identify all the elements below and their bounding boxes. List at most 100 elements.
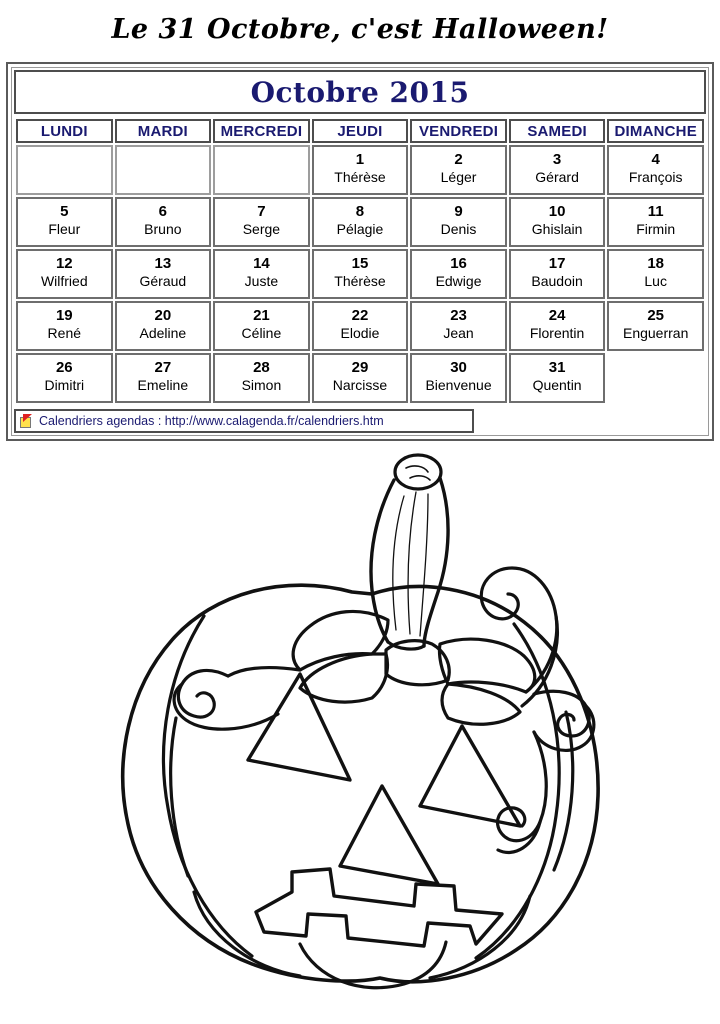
month-header: Octobre 2015 <box>14 70 706 114</box>
weekday-header-mercredi: MERCREDI <box>213 119 310 143</box>
day-number: 5 <box>60 203 69 220</box>
calendar-day-cell[interactable]: 11 Firmin <box>607 197 704 247</box>
calendar-day-cell[interactable]: 30 Bienvenue <box>410 353 507 403</box>
saint-name: Baudoin <box>531 273 583 289</box>
pumpkin-stem-texture-1 <box>392 495 405 631</box>
pumpkin-mouth <box>254 867 504 948</box>
calendar-day-cell[interactable]: 25 Enguerran <box>607 301 704 351</box>
saint-name: Adeline <box>139 325 187 341</box>
calendar-day-cell[interactable]: 22 Elodie <box>311 301 409 351</box>
saint-name: Gérard <box>535 169 579 185</box>
day-number: 10 <box>548 203 566 220</box>
calendar-day-cell[interactable]: 23 Jean <box>410 301 507 351</box>
day-number: 19 <box>55 307 73 324</box>
day-number: 27 <box>154 359 172 376</box>
calendar-day-cell[interactable]: 5 Fleur <box>16 197 113 247</box>
calendar-day-cell[interactable]: 3 Gérard <box>508 145 606 195</box>
calendar-day-cell[interactable]: 8 Pélagie <box>311 197 409 247</box>
day-number: 18 <box>647 255 665 272</box>
calagenda-flag-icon <box>20 414 34 428</box>
pumpkin-stem-knob-detail-2 <box>409 475 431 481</box>
pumpkin-tendril-left <box>226 665 302 678</box>
saint-name: Bienvenue <box>425 377 492 393</box>
weekday-header-jeudi: JEUDI <box>311 119 409 143</box>
jack-o-lantern-illustration <box>0 444 720 1024</box>
day-number: 20 <box>154 307 172 324</box>
day-number: 29 <box>351 359 369 376</box>
pumpkin-stem-top-knob <box>393 453 443 491</box>
calendar-day-cell[interactable]: 6 Bruno <box>114 197 212 247</box>
saint-name: Emeline <box>137 377 189 393</box>
saint-name: Thérèse <box>334 273 386 289</box>
pumpkin-stem-knob-detail-1 <box>405 465 429 473</box>
day-number: 13 <box>154 255 172 272</box>
day-number: 15 <box>351 255 369 272</box>
calendar-footer-link[interactable]: Calendriers agendas : http://www.calagen… <box>39 414 384 428</box>
day-number: 6 <box>158 203 168 220</box>
calendar-page: Le 31 Octobre, c'est Halloween! Octobre … <box>0 0 720 1024</box>
calendar-day-cell[interactable]: 24 Florentin <box>508 301 606 351</box>
page-title: Le 31 Octobre, c'est Halloween! <box>111 14 609 45</box>
calendar-day-cell[interactable]: 9 Denis <box>410 197 507 247</box>
calendar-day-cell[interactable]: 26 Dimitri <box>16 353 113 403</box>
saint-name: Ghislain <box>531 221 583 237</box>
pumpkin-left-rib-inner <box>169 716 190 878</box>
weekday-header-row: LUNDI MARDI MERCREDI JEUDI VENDREDI SAME… <box>16 119 704 143</box>
calendar-body: 1 Thérèse 2 Léger 3 Gérard 4 François 5 Fleur 6 Bru… <box>16 145 704 403</box>
saint-name: Quentin <box>532 377 582 393</box>
calendar-footer: Calendriers agendas : http://www.calagen… <box>14 409 474 433</box>
calendar-day-cell[interactable]: 28 Simon <box>213 353 310 403</box>
saint-name: Bruno <box>144 221 182 237</box>
day-number: 1 <box>355 151 365 168</box>
day-number: 16 <box>450 255 467 272</box>
calendar-week-row: 12 Wilfried 13 Géraud 14 Juste 15 Thérèse 16 Edwi… <box>16 249 704 299</box>
month-title: Octobre 2015 <box>250 75 470 109</box>
calendar-day-cell[interactable]: 15 Thérèse <box>311 249 409 299</box>
saint-name: Thérèse <box>334 169 386 185</box>
calendar-day-cell[interactable]: 18 Luc <box>607 249 704 299</box>
calendar-day-cell[interactable]: 7 Serge <box>213 197 310 247</box>
day-number: 23 <box>450 307 467 324</box>
calendar-day-cell[interactable]: 13 Géraud <box>114 249 212 299</box>
calendar-day-cell[interactable]: 19 René <box>16 301 113 351</box>
day-number: 22 <box>351 307 369 324</box>
calendar-day-cell[interactable]: 29 Narcisse <box>311 353 409 403</box>
calendar-day-cell[interactable]: 31 Quentin <box>508 353 606 403</box>
pumpkin-left-rib <box>161 614 254 958</box>
day-number: 7 <box>257 203 266 220</box>
saint-name: Luc <box>644 273 667 289</box>
calendar-day-cell[interactable]: 27 Emeline <box>114 353 212 403</box>
saint-name: Léger <box>440 169 477 185</box>
calendar-week-row: 19 René 20 Adeline 21 Céline 22 Elodie 23 Jean 24 F… <box>16 301 704 351</box>
calendar-day-cell[interactable]: 12 Wilfried <box>16 249 113 299</box>
pumpkin-stem-texture-3 <box>419 493 429 637</box>
calendar-day-cell[interactable]: 17 Baudoin <box>508 249 606 299</box>
calendar-day-cell[interactable]: 2 Léger <box>410 145 507 195</box>
saint-name: Céline <box>241 325 282 341</box>
pumpkin-tendril-left-under <box>172 682 280 731</box>
saint-name: Géraud <box>139 273 187 289</box>
calendar-day-cell[interactable]: 16 Edwige <box>410 249 507 299</box>
weekday-header-lundi: LUNDI <box>16 119 113 143</box>
calendar-day-cell[interactable]: 21 Céline <box>213 301 310 351</box>
pumpkin-leaf-right-lower <box>440 682 522 726</box>
pumpkin-tendril-left-spiral <box>176 668 230 719</box>
calendar-day-cell[interactable]: 4 François <box>607 145 704 195</box>
day-number: 9 <box>454 203 463 220</box>
calendar-day-cell[interactable]: 1 Thérèse <box>311 145 409 195</box>
calendar-day-cell[interactable]: 14 Juste <box>213 249 310 299</box>
day-number: 25 <box>647 307 665 324</box>
calendar-week-row: 5 Fleur 6 Bruno 7 Serge 8 Pélagie 9 Denis 10 Ghisla… <box>16 197 704 247</box>
pumpkin-tendril-right-small <box>532 689 591 738</box>
calendar-day-cell[interactable]: 10 Ghislain <box>508 197 606 247</box>
calendar-grid: LUNDI MARDI MERCREDI JEUDI VENDREDI SAME… <box>14 117 706 405</box>
day-number: 14 <box>253 255 270 272</box>
saint-name: Juste <box>244 273 279 289</box>
saint-name: Jean <box>443 325 474 341</box>
day-number: 28 <box>253 359 270 376</box>
day-number: 17 <box>548 255 566 272</box>
day-number: 30 <box>450 359 467 376</box>
calendar-container: Octobre 2015 LUNDI MARDI MERCREDI JEUDI … <box>6 62 714 441</box>
day-number: 21 <box>253 307 270 324</box>
calendar-day-cell[interactable]: 20 Adeline <box>114 301 212 351</box>
